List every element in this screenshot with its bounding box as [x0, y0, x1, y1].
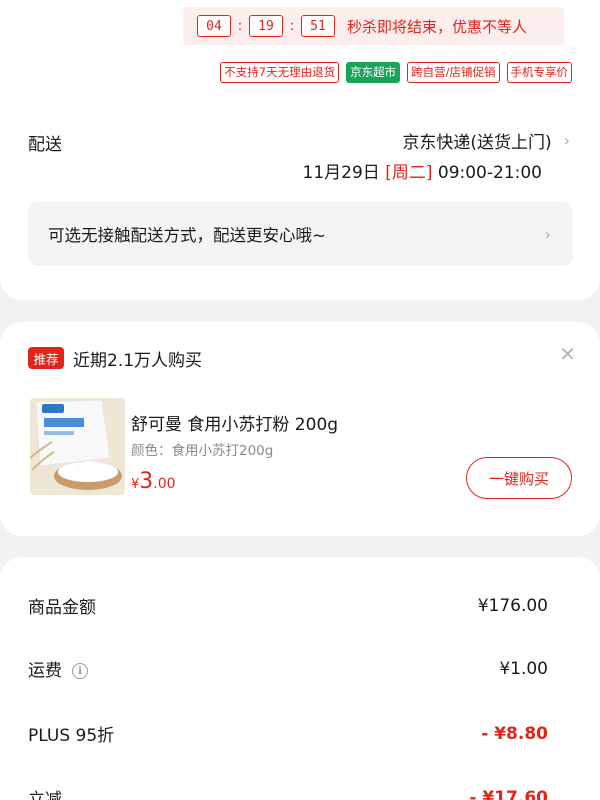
- summary-row-shipping: 运费 i ¥1.00: [28, 656, 548, 682]
- close-icon[interactable]: ✕: [559, 342, 576, 366]
- one-click-buy-button[interactable]: 一键购买: [466, 457, 572, 499]
- tag-jd-supermarket: 京东超市: [346, 62, 401, 83]
- recommend-badge: 推荐: [28, 347, 64, 369]
- countdown-separator: :: [237, 18, 243, 34]
- tag-mobile-price: 手机专享价: [506, 62, 572, 83]
- contactless-note: 可选无接触配送方式，配送更安心哦~: [48, 226, 326, 245]
- flash-sale-countdown: 04 : 19 : 51 秒杀即将结束，优惠不等人: [183, 7, 564, 45]
- shipping-label-group: 运费 i: [28, 656, 88, 681]
- product-price: ¥3.00: [131, 469, 176, 494]
- shipping-label: 运费: [28, 661, 62, 681]
- plus-discount-value: - ¥8.80: [481, 723, 548, 744]
- delivery-date: 11月29日: [302, 163, 380, 183]
- shipping-value: ¥1.00: [499, 658, 548, 679]
- tag-cross-store-promo: 跨自营/店铺促销: [407, 62, 500, 83]
- summary-row-plus-discount: PLUS 95折 - ¥8.80: [28, 721, 548, 747]
- recommendation-title: 近期2.1万人购买: [73, 351, 203, 371]
- info-icon[interactable]: i: [72, 663, 88, 679]
- summary-row-instant-discount: 立减 - ¥17.60: [28, 785, 548, 800]
- countdown-separator: :: [289, 18, 295, 34]
- chevron-right-icon: ›: [563, 131, 570, 150]
- countdown-hours: 04: [197, 15, 231, 37]
- chevron-right-icon: ›: [544, 224, 551, 244]
- product-spec: 颜色：食用小苏打200g: [131, 443, 274, 459]
- price-decimal: .00: [153, 476, 176, 492]
- delivery-time[interactable]: 11月29日 [周二] 09:00-21:00: [303, 158, 542, 183]
- plus-discount-label: PLUS 95折: [28, 726, 115, 746]
- price-summary-card: 商品金额 ¥176.00 运费 i ¥1.00 PLUS 95折 - ¥8.80 …: [0, 557, 600, 800]
- order-info-card: 04 : 19 : 51 秒杀即将结束，优惠不等人 不支持7天无理由退货 京东超…: [0, 0, 600, 300]
- instant-discount-label: 立减: [28, 790, 62, 800]
- instant-discount-value: - ¥17.60: [469, 787, 548, 800]
- delivery-method: 京东快递(送货上门): [402, 133, 552, 153]
- delivery-time-window: 09:00-21:00: [437, 163, 542, 183]
- countdown-seconds: 51: [301, 15, 335, 37]
- summary-row-subtotal: 商品金额 ¥176.00: [28, 593, 548, 619]
- delivery-method-row[interactable]: 京东快递(送货上门) ›: [402, 128, 570, 153]
- subtotal-label: 商品金额: [28, 598, 96, 618]
- delivery-label: 配送: [28, 135, 62, 155]
- tag-no-7day-return: 不支持7天无理由退货: [220, 62, 340, 83]
- countdown-minutes: 19: [249, 15, 283, 37]
- subtotal-value: ¥176.00: [477, 595, 548, 616]
- product-name[interactable]: 舒可曼 食用小苏打粉 200g: [131, 410, 338, 435]
- contactless-delivery-option[interactable]: 可选无接触配送方式，配送更安心哦~ ›: [28, 202, 573, 266]
- delivery-weekday: [周二]: [385, 163, 433, 183]
- service-tags: 不支持7天无理由退货 京东超市 跨自营/店铺促销 手机专享价: [220, 62, 572, 83]
- product-image[interactable]: [30, 398, 125, 495]
- recommendation-card: 推荐 近期2.1万人购买 ✕ 舒可曼 食用小苏打粉 200g 颜色：食用小苏打2…: [0, 322, 600, 536]
- price-integer: 3: [139, 469, 154, 494]
- countdown-message: 秒杀即将结束，优惠不等人: [347, 17, 528, 36]
